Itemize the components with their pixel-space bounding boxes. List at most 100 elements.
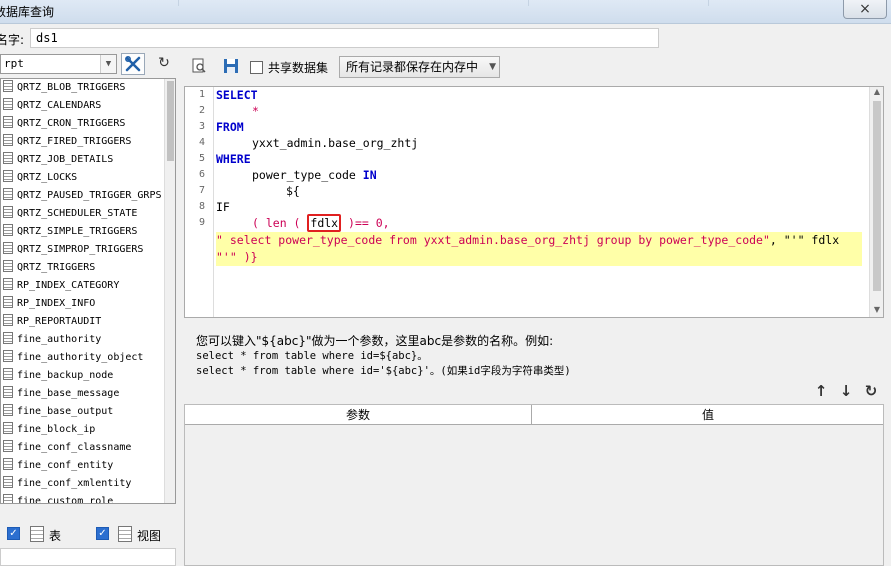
refresh-params-button[interactable]: ↻ [861, 382, 881, 400]
memory-mode-select[interactable]: 所有记录都保存在内存中 ▼ [339, 56, 500, 78]
table-list-item[interactable]: QRTZ_PAUSED_TRIGGER_GRPS [1, 187, 165, 205]
line-number: 5 [198, 153, 205, 164]
preview-icon [192, 58, 206, 73]
table-list-item[interactable]: QRTZ_SIMPLE_TRIGGERS [1, 223, 165, 241]
table-name: fine_authority_object [17, 352, 144, 363]
table-list-item[interactable]: RP_INDEX_CATEGORY [1, 277, 165, 295]
database-select[interactable]: rpt ▼ [0, 54, 117, 74]
share-dataset-label: 共享数据集 [268, 61, 329, 75]
table-list-scrollbar[interactable] [164, 79, 175, 503]
table-icon [3, 278, 13, 290]
preview-button[interactable] [188, 55, 210, 77]
table-list-item[interactable]: QRTZ_TRIGGERS [1, 259, 165, 277]
close-button[interactable]: × [843, 0, 887, 19]
table-icon [3, 170, 13, 182]
table-icon [3, 152, 13, 164]
arrow-down-icon: ↓ [839, 382, 853, 400]
table-list-item[interactable]: QRTZ_CALENDARS [1, 97, 165, 115]
table-icon [30, 526, 44, 542]
table-icon [3, 494, 13, 503]
connection-settings-button[interactable] [121, 53, 145, 75]
table-list-item[interactable]: QRTZ_FIRED_TRIGGERS [1, 133, 165, 151]
column-header-param[interactable]: 参数 [185, 405, 532, 425]
table-list-item[interactable]: fine_authority [1, 331, 165, 349]
left-bottom-panel [0, 548, 176, 566]
column-header-value[interactable]: 值 [533, 405, 883, 425]
table-name: fine_conf_xmlentity [17, 478, 132, 489]
table-icon [3, 476, 13, 488]
table-list[interactable]: QRTZ_BLOB_TRIGGERS QRTZ_CALENDARS QRTZ_CRO… [0, 78, 176, 504]
param-hint: 您可以键入"${abc}"做为一个参数，这里abc是参数的名称。例如: [196, 334, 554, 348]
code-keyword: WHERE [216, 152, 251, 166]
code-token: IF [216, 200, 230, 214]
divider [528, 0, 529, 6]
parameter-table[interactable]: 参数 值 [184, 404, 884, 566]
chevron-down-icon[interactable]: ▼ [489, 57, 496, 77]
line-number: 4 [198, 137, 205, 148]
show-views-checkbox[interactable]: ✓ [96, 527, 109, 540]
view-icon [118, 526, 132, 542]
refresh-icon: ↻ [864, 382, 878, 400]
save-button[interactable] [220, 55, 242, 77]
name-label: 名字: [0, 33, 25, 47]
table-name: QRTZ_BLOB_TRIGGERS [17, 82, 126, 93]
code-token: , "'" fdlx [769, 233, 840, 247]
table-icon [3, 440, 13, 452]
param-example: select * from table where id=${abc}。 [196, 350, 428, 362]
editor-scrollbar[interactable]: ▲ ▼ [869, 87, 883, 317]
sql-editor[interactable]: 1 2 3 4 5 6 7 8 9 SELECT * FROM yxxt_admin.base_… [184, 86, 884, 318]
line-number: 3 [198, 121, 205, 132]
scroll-up-icon[interactable]: ▲ [870, 87, 883, 99]
table-icon [3, 296, 13, 308]
chevron-down-icon[interactable]: ▼ [100, 55, 116, 73]
move-up-button[interactable]: ↑ [811, 382, 831, 400]
table-name: RP_REPORTAUDIT [17, 316, 102, 327]
refresh-button[interactable]: ↻ [152, 53, 176, 75]
table-name: QRTZ_SIMPLE_TRIGGERS [17, 226, 138, 237]
table-list-item[interactable]: QRTZ_LOCKS [1, 169, 165, 187]
left-panel: rpt ▼ ↻ QRTZ_BLOB_TRIGGERS QRTZ_CALENDARS… [0, 52, 178, 566]
table-list-item[interactable]: fine_conf_entity [1, 457, 165, 475]
refresh-icon: ↻ [158, 55, 170, 71]
share-dataset-checkbox[interactable] [250, 61, 263, 74]
name-input[interactable]: ds1 [30, 28, 659, 48]
table-list-item[interactable]: fine_backup_node [1, 367, 165, 385]
sql-code[interactable]: SELECT * FROM yxxt_admin.base_org_zhtj W… [216, 87, 882, 317]
table-list-item[interactable]: QRTZ_CRON_TRIGGERS [1, 115, 165, 133]
table-list-item[interactable]: fine_authority_object [1, 349, 165, 367]
table-name: fine_backup_node [17, 370, 114, 381]
line-number: 8 [198, 201, 205, 212]
right-panel: 共享数据集 所有记录都保存在内存中 ▼ 1 2 3 4 5 6 7 8 9 SELECT * F… [184, 52, 891, 566]
code-token: ${ [286, 184, 300, 198]
table-list-item[interactable]: QRTZ_JOB_DETAILS [1, 151, 165, 169]
table-list-item[interactable]: fine_conf_xmlentity [1, 475, 165, 493]
move-down-button[interactable]: ↓ [836, 382, 856, 400]
table-icon [3, 206, 13, 218]
table-list-item[interactable]: fine_conf_classname [1, 439, 165, 457]
table-name: fine_block_ip [17, 424, 96, 435]
table-icon [3, 386, 13, 398]
scrollbar-thumb[interactable] [873, 101, 881, 291]
table-icon [3, 404, 13, 416]
table-list-item[interactable]: RP_INDEX_INFO [1, 295, 165, 313]
code-keyword: IN [362, 168, 377, 182]
show-tables-checkbox[interactable]: ✓ [7, 527, 20, 540]
table-icon [3, 422, 13, 434]
code-token: )== 0, [348, 216, 390, 230]
table-list-item[interactable]: QRTZ_BLOB_TRIGGERS [1, 79, 165, 97]
table-icon [3, 332, 13, 344]
table-list-item[interactable]: fine_custom_role [1, 493, 165, 503]
table-name: QRTZ_SIMPROP_TRIGGERS [17, 244, 144, 255]
table-list-item[interactable]: fine_block_ip [1, 421, 165, 439]
title-bar: 数据库查询 × [0, 0, 891, 24]
table-list-item[interactable]: fine_base_output [1, 403, 165, 421]
scroll-down-icon[interactable]: ▼ [870, 305, 883, 317]
table-list-item[interactable]: RP_REPORTAUDIT [1, 313, 165, 331]
table-list-item[interactable]: QRTZ_SCHEDULER_STATE [1, 205, 165, 223]
table-icon [3, 188, 13, 200]
table-list-item[interactable]: fine_base_message [1, 385, 165, 403]
scrollbar-thumb[interactable] [167, 81, 174, 161]
table-list-item[interactable]: QRTZ_SIMPROP_TRIGGERS [1, 241, 165, 259]
arrow-up-icon: ↑ [814, 382, 828, 400]
table-name: QRTZ_TRIGGERS [17, 262, 96, 273]
